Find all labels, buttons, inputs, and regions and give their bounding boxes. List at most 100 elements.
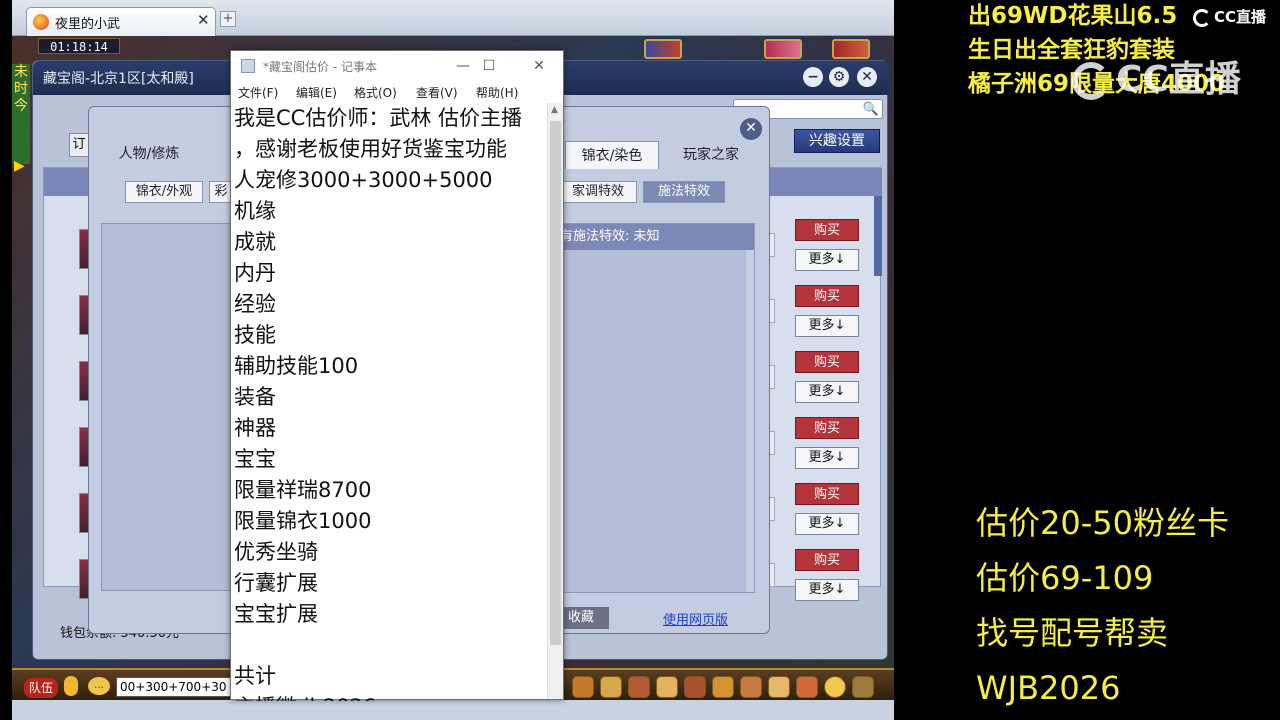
close-icon[interactable]: ✕ [197,11,210,29]
scroll-icon[interactable] [628,676,650,698]
costume-preview [101,223,231,591]
game-logo-icon [33,14,49,30]
cc-watermark-icon [1072,62,1110,100]
notepad-text-area[interactable]: 我是CC估价师：武林 估价主播 ，感谢老板使用好货鉴宝功能 人宠修3000+3000… [231,103,547,701]
skill-icon[interactable] [684,676,706,698]
maximize-icon[interactable]: ☐ [477,56,501,76]
notepad-line: ，感谢老板使用好货鉴宝功能 [234,137,507,161]
notepad-line: 宝宝扩展 [234,602,318,626]
cc-logo-text: CC直播 [1214,8,1267,26]
notepad-line: 成就 [234,230,276,254]
effects-panel: 有施法特效: 未知 [553,223,755,593]
buy-button[interactable]: 购买 [795,351,859,373]
browser-tab[interactable]: 夜里的小武 ✕ [26,7,216,36]
scroll-up-icon[interactable]: ▲ [551,105,558,115]
more-button[interactable]: 更多↓ [795,447,859,469]
notepad-line: 限量祥瑞8700 [234,478,372,502]
notepad-line: 神器 [234,416,276,440]
notepad-line: 辅助技能100 [234,354,359,378]
subtab-cast-effects[interactable]: 施法特效 [643,181,725,203]
more-button[interactable]: 更多↓ [795,315,859,337]
overlay-top-line: 出69WD花果山6.5 [968,3,1178,29]
avatar[interactable] [832,39,870,59]
notepad-line: 优秀坐骑 [234,540,318,564]
notepad-line: 机缘 [234,199,276,223]
more-button[interactable]: 更多↓ [795,381,859,403]
chat-icon[interactable]: … [88,677,110,695]
buy-button[interactable]: 购买 [795,219,859,241]
gear-icon[interactable]: ⚙ [829,67,849,87]
close-icon[interactable]: ✕ [527,56,551,76]
minimize-icon[interactable]: − [803,67,823,87]
gift-icon[interactable] [600,676,622,698]
avatar[interactable] [644,39,682,59]
overlay-bottom-line: 估价69-109 [976,559,1154,597]
more-button[interactable]: 更多↓ [795,513,859,535]
smile-icon[interactable] [824,676,846,698]
avatar[interactable] [764,39,802,59]
more-button[interactable]: 更多↓ [795,249,859,271]
notepad-title-bar: *藏宝阁估价 - 记事本 — ☐ ✕ [231,51,563,81]
notepad-line: 装备 [234,385,276,409]
more-button[interactable]: 更多↓ [795,579,859,601]
tab-title: 夜里的小武 [55,17,121,32]
notepad-line: 共计 [234,664,276,688]
map-icon[interactable] [740,676,762,698]
window-title: 藏宝阁-北京1区[太和殿] [43,71,194,87]
scrollbar[interactable]: ▲ [547,103,563,699]
close-icon[interactable]: ✕ [740,118,762,140]
notepad-line: 限量锦衣1000 [234,509,372,533]
menu-edit[interactable]: 编辑(E) [296,84,337,101]
notepad-title: *藏宝阁估价 - 记事本 [263,60,377,74]
time-tag: 未时今 [12,64,30,164]
notepad-line: 主播微 jb2026 [234,695,376,701]
notepad-line: 人宠修3000+3000+5000 [234,168,493,192]
expand-arrow-icon[interactable]: ▶ [14,158,25,174]
subtab-costume-appearance[interactable]: 锦衣/外观 [125,181,203,203]
buy-button[interactable]: 购买 [795,483,859,505]
cc-watermark: CC直播 [1072,50,1241,102]
menu-help[interactable]: 帮助(H) [476,84,518,101]
tab-player-home[interactable]: 玩家之家 [665,141,757,169]
flag-icon[interactable] [712,676,734,698]
new-tab-button[interactable]: + [220,11,236,27]
friends-icon[interactable] [796,676,818,698]
chat-input[interactable]: 00+300+700+30 [116,677,236,697]
microphone-icon[interactable] [64,676,78,696]
tab-bar: 夜里的小武 ✕ + [12,0,894,36]
menu-view[interactable]: 查看(V) [416,84,458,101]
use-webpage-link[interactable]: 使用网页版 [663,609,728,628]
notepad-line: 行囊扩展 [234,571,318,595]
tab-character-training[interactable]: 人物/修炼 [103,139,195,169]
buy-button[interactable]: 购买 [795,285,859,307]
scrollbar[interactable] [746,250,754,592]
tab-costume-dye[interactable]: 锦衣/染色 [565,141,659,169]
notepad-line: 技能 [234,323,276,347]
close-icon[interactable]: ✕ [857,67,877,87]
team-button[interactable]: 队伍 [24,678,58,698]
bag-icon[interactable] [572,676,594,698]
book-icon[interactable] [656,676,678,698]
notepad-line: 我是CC估价师：武林 估价主播 [234,106,523,130]
menu-file[interactable]: 文件(F) [238,84,278,101]
subtab-home-effects[interactable]: 家调特效 [559,181,637,203]
notepad-line: 经验 [234,292,276,316]
buy-button[interactable]: 购买 [795,549,859,571]
buy-button[interactable]: 购买 [795,417,859,439]
cc-logo-icon [1193,8,1211,27]
effects-header: 有施法特效: 未知 [554,224,754,250]
search-icon[interactable]: 🔍 [863,102,879,117]
interest-settings-button[interactable]: 兴趣设置 [794,129,880,153]
minimize-icon[interactable]: — [451,56,475,76]
system-icon[interactable] [852,676,874,698]
scrollbar[interactable] [874,196,882,276]
scrollbar-thumb[interactable] [550,121,561,645]
notepad-line: 内丹 [234,261,276,285]
menu-format[interactable]: 格式(O) [354,84,397,101]
game-clock: 01:18:14 [38,38,120,54]
peach-icon[interactable] [768,676,790,698]
tab-left[interactable]: 订 [69,133,89,157]
cc-watermark-text: CC直播 [1116,59,1241,100]
notepad-window: *藏宝阁估价 - 记事本 — ☐ ✕ 文件(F) 编辑(E) 格式(O) 查看(… [230,50,564,701]
overlay-bottom-line: WJB2026 [976,669,1121,707]
